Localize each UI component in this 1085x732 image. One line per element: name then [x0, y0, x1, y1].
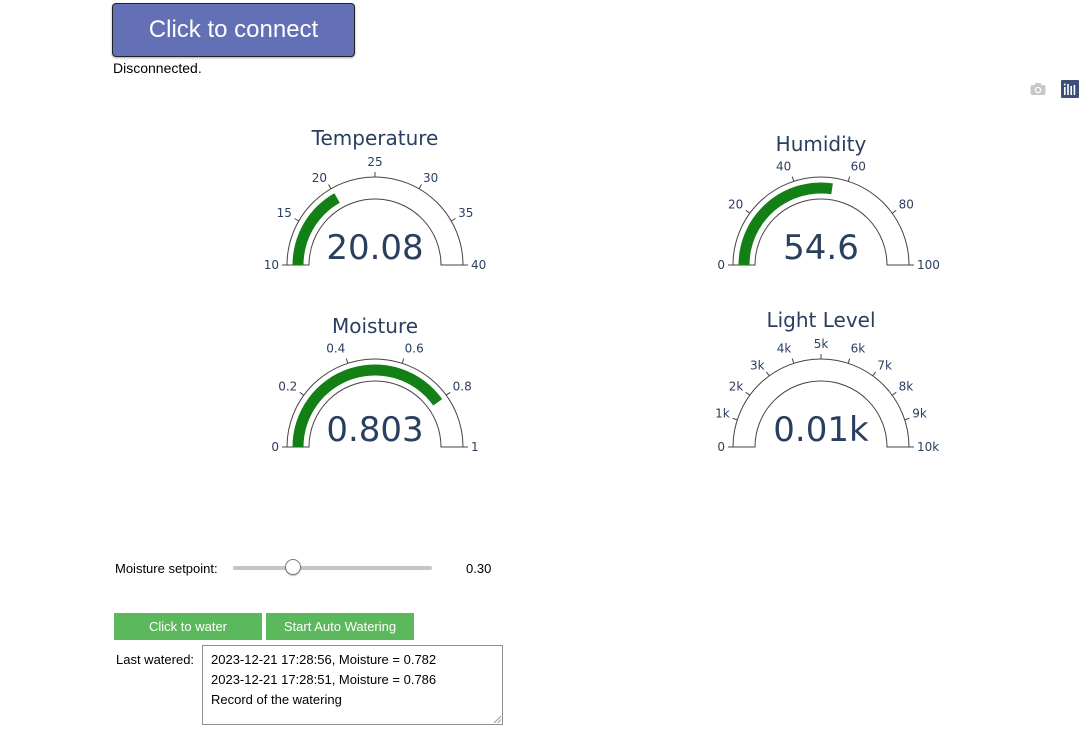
humidity-gauge-tick — [891, 209, 897, 214]
moisture-gauge-value: 0.803 — [326, 410, 423, 450]
water-button[interactable]: Click to water — [114, 613, 262, 640]
light-level-gauge-tick-label: 1k — [715, 406, 730, 420]
light-level-gauge-tick-label: 8k — [899, 380, 914, 394]
temperature-gauge-tick-label: 30 — [423, 171, 438, 185]
auto-watering-button[interactable]: Start Auto Watering — [266, 613, 414, 640]
light-level-gauge-tick-label: 6k — [851, 342, 866, 356]
temperature-gauge-tick-label: 20 — [312, 171, 327, 185]
light-level-gauge-tick-label: 3k — [750, 358, 765, 372]
moisture-setpoint-slider[interactable] — [233, 559, 432, 575]
light-level-gauge-tick-label: 4k — [777, 342, 792, 356]
moisture-gauge-tick-label: 0.6 — [405, 342, 424, 356]
light-level-gauge-tick — [904, 417, 910, 421]
moisture-gauge-tick — [299, 391, 305, 396]
temperature-gauge-tick-label: 15 — [277, 206, 292, 220]
humidity-gauge-tick — [745, 209, 751, 214]
temperature-gauge-tick-label: 25 — [367, 155, 382, 169]
moisture-gauge: 0 0.2 0.4 0.6 0.8 1 Moisture 0.803 — [271, 314, 478, 454]
light-level-gauge-tick-label: 9k — [912, 406, 927, 420]
temperature-gauge-title: Temperature — [311, 126, 439, 150]
light-level-gauge-tick — [791, 358, 795, 364]
light-level-gauge-title: Light Level — [766, 308, 875, 332]
moisture-gauge-tick-label: 0.2 — [278, 380, 297, 394]
light-level-gauge-value: 0.01k — [773, 410, 869, 450]
light-level-gauge-tick-label: 0 — [717, 440, 725, 454]
moisture-gauge-tick — [445, 391, 451, 396]
light-level-gauge-tick — [891, 391, 897, 396]
temperature-gauge-tick-label: 35 — [458, 206, 473, 220]
humidity-gauge-tick — [791, 176, 795, 182]
light-level-gauge-tick-label: 5k — [814, 337, 829, 351]
temperature-gauge-value: 20.08 — [326, 228, 423, 268]
humidity-gauge-tick — [847, 176, 851, 182]
light-level-gauge-tick-label: 7k — [877, 358, 892, 372]
temperature-gauge-tick — [328, 184, 332, 190]
temperature-gauge-tick-label: 40 — [471, 258, 486, 272]
temperature-gauge-tick — [418, 184, 422, 190]
moisture-gauge-tick-label: 1 — [471, 440, 479, 454]
light-level-gauge-tick — [765, 371, 770, 377]
light-level-gauge-tick-label: 10k — [917, 440, 939, 454]
light-level-gauge-tick — [847, 358, 851, 364]
light-level-gauge: 0 1k 2k 3k 4k 5k 6k 7k 8k 9k 10k Light Level 0.01k — [715, 308, 939, 454]
gauge-panel: 10152025303540Temperature20.08 02040 60801… — [264, 126, 940, 454]
moisture-gauge-tick — [345, 358, 349, 364]
light-level-gauge-tick — [732, 417, 738, 421]
light-level-gauge-tick-label: 2k — [729, 380, 744, 394]
watering-log-line: Record of the watering — [211, 692, 342, 707]
moisture-gauge-tick — [401, 358, 405, 364]
humidity-gauge-tick-label: 80 — [899, 198, 914, 212]
moisture-setpoint-value: 0.30 — [466, 561, 492, 576]
watering-log-line: 2023-12-21 17:28:51, Moisture = 0.786 — [211, 672, 437, 687]
moisture-gauge-tick-label: 0.8 — [453, 380, 472, 394]
temperature-gauge-tick — [450, 218, 456, 222]
moisture-setpoint-label: Moisture setpoint: — [115, 561, 218, 576]
moisture-gauge-title: Moisture — [332, 314, 418, 338]
humidity-gauge: 0 20 40 60 80 100 Humidity 54.6 — [717, 132, 940, 272]
resize-grip-icon[interactable] — [493, 715, 501, 723]
moisture-gauge-tick-label: 0 — [271, 440, 279, 454]
moisture-setpoint-slider-thumb[interactable] — [284, 559, 301, 575]
temperature-gauge-tick-label: 10 — [264, 258, 279, 272]
moisture-gauge-tick-label: 0.4 — [326, 342, 345, 356]
humidity-gauge-tick-label: 60 — [851, 160, 866, 174]
temperature-gauge: 10 15 20 25 30 35 40 Temperature 20.08 — [264, 126, 487, 272]
humidity-gauge-title: Humidity — [776, 132, 867, 156]
watering-log-textarea[interactable]: 2023-12-21 17:28:56, Moisture = 0.782 20… — [202, 645, 503, 725]
watering-log-line: 2023-12-21 17:28:56, Moisture = 0.782 — [211, 652, 437, 667]
light-level-gauge-tick — [745, 391, 751, 396]
light-level-gauge-tick — [872, 371, 877, 377]
humidity-gauge-value: 54.6 — [783, 228, 859, 268]
temperature-gauge-tick — [294, 218, 300, 222]
last-watered-label: Last watered: — [116, 652, 195, 667]
humidity-gauge-tick-label: 0 — [717, 258, 725, 272]
humidity-gauge-tick-label: 20 — [728, 198, 743, 212]
humidity-gauge-tick-label: 40 — [776, 160, 791, 174]
humidity-gauge-tick-label: 100 — [917, 258, 940, 272]
